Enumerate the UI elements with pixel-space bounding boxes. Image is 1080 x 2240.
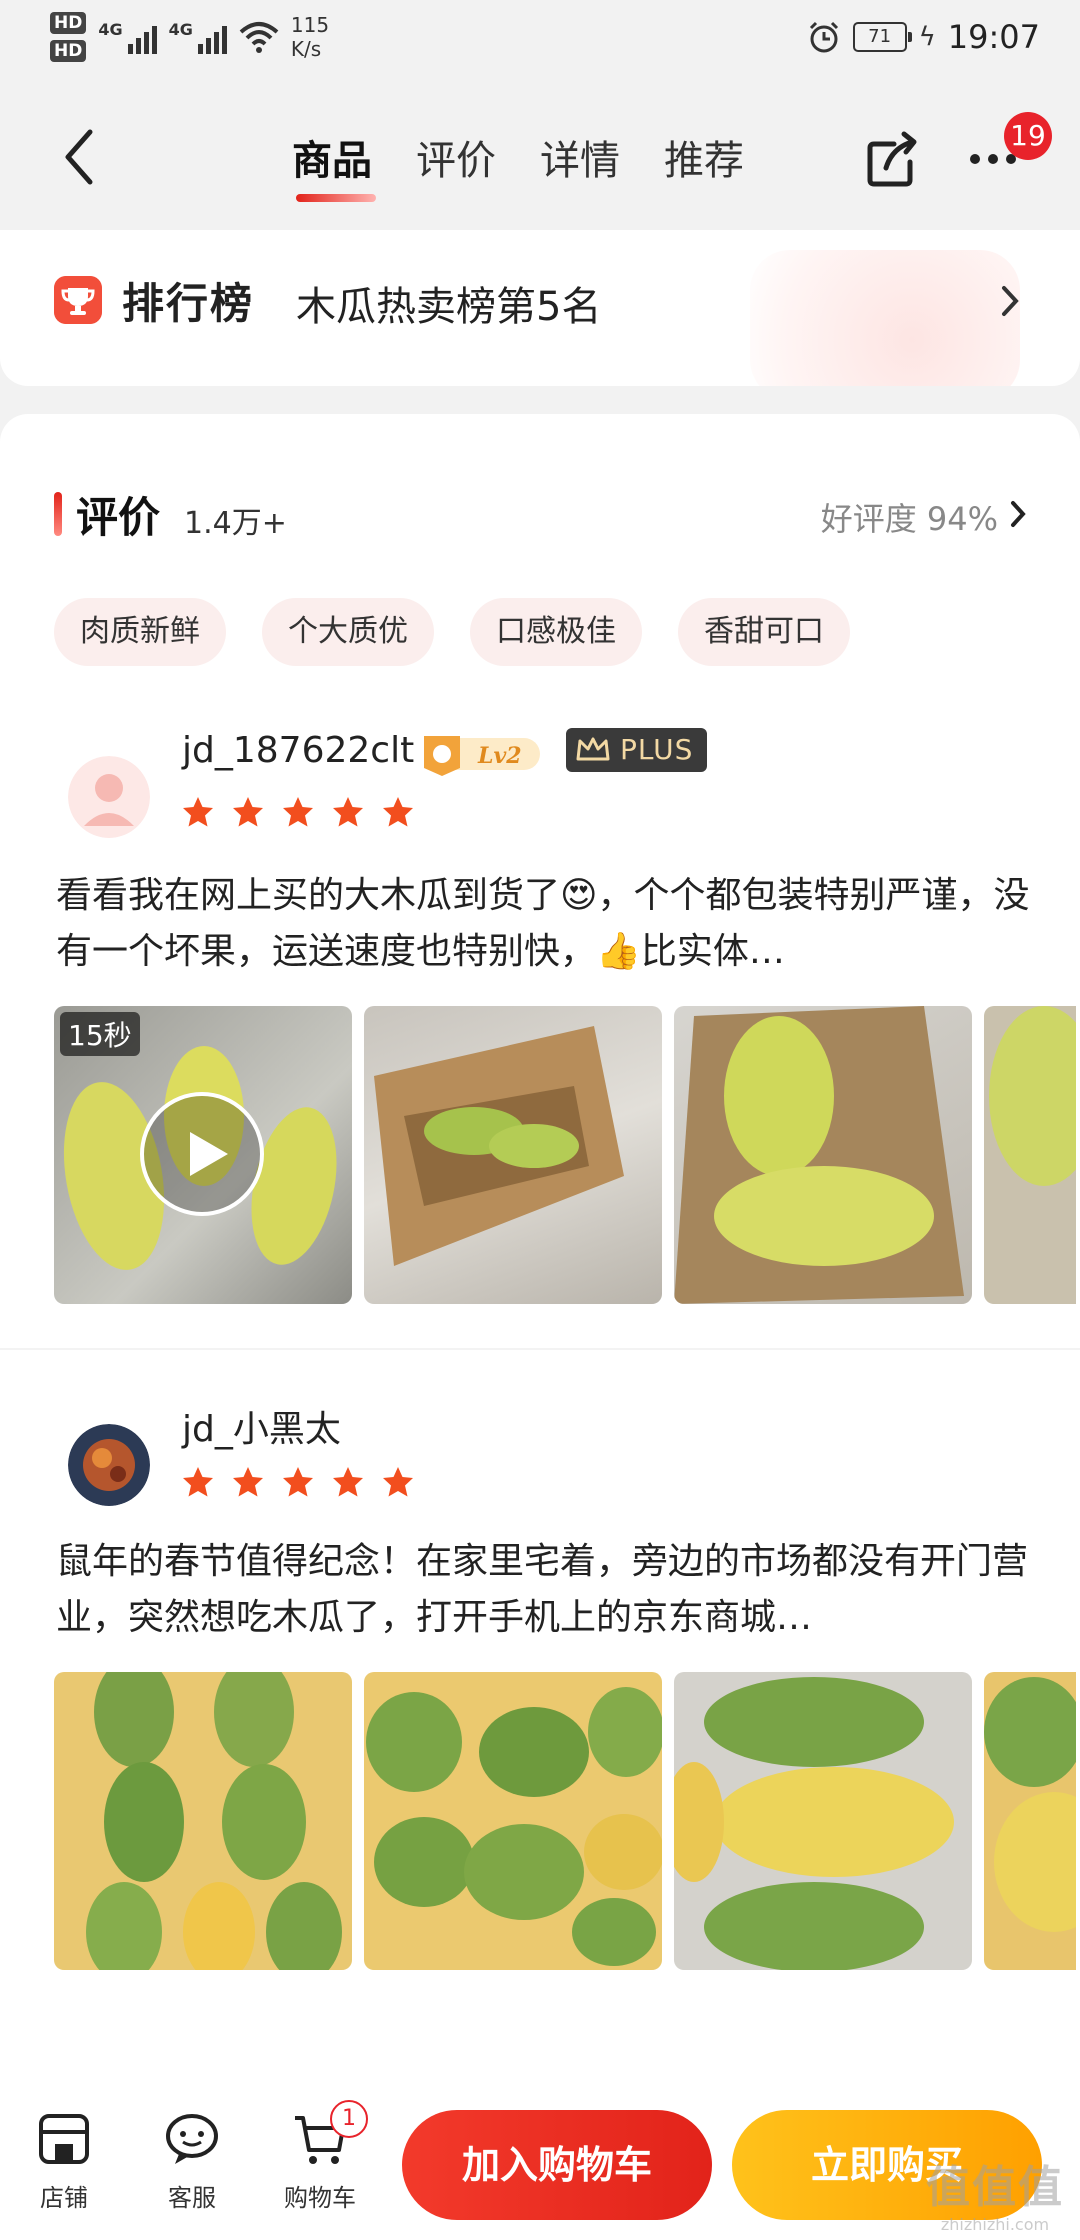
star-icon [283,797,313,827]
review-photo[interactable] [674,1006,972,1304]
video-duration: 15秒 [60,1012,140,1056]
tab-details[interactable]: 详情 [540,126,620,196]
review-text[interactable]: 鼠年的春节值得纪念！在家里宅着，旁边的市场都没有开门营业，突然想吃木瓜了，打开手… [56,1534,1036,1646]
shop-button[interactable]: 店铺 [14,2110,114,2213]
review-photo[interactable] [984,1672,1076,1970]
review-video-thumbnail[interactable]: 15秒 [54,1006,352,1304]
charging-icon: ϟ [918,22,936,52]
star-icon [183,797,213,827]
signal-icon-1: 4G [98,20,157,54]
star-icon [333,1467,363,1497]
reviewer-name: jd_187622clt [182,730,415,771]
review-tag[interactable]: 口感极佳 [470,598,642,666]
star-icon [283,1467,313,1497]
reviewer-name: jd_小黑太 [182,1409,341,1450]
play-icon[interactable] [138,1090,266,1218]
wifi-icon [239,22,279,53]
customer-service-button[interactable]: 客服 [142,2110,242,2213]
positive-rate-link[interactable]: 好评度 94% [821,494,998,540]
review-tags: 肉质新鲜 个大质优 口感极佳 香甜可口 [54,598,850,666]
tab-recommend[interactable]: 推荐 [664,126,744,196]
alarm-icon [809,21,838,53]
star-icon [383,1467,413,1497]
add-to-cart-button[interactable]: 加入购物车 [402,2110,712,2220]
cart-label: 购物车 [284,2184,356,2212]
plus-label: PLUS [620,733,694,766]
tab-product[interactable]: 商品 [292,126,376,202]
status-bar: HD HD 4G 4G 115 K/s 71 ϟ 19:07 [0,0,1080,82]
crown-icon [576,737,610,761]
review-item[interactable]: jd_187622clt Lv2 PLUS 看看我在网上买的大木瓜到货了😍，个个… [0,716,1080,1336]
ranking-title: 排行榜 [122,279,255,328]
review-tag[interactable]: 肉质新鲜 [54,598,226,666]
message-badge: 19 [1004,112,1052,160]
cart-button[interactable]: 购物车 1 [270,2100,370,2213]
star-icon [383,797,413,827]
clock: 19:07 [947,18,1040,56]
level-badge-icon: Lv2 [424,736,540,776]
reviews-section: 评价 1.4万+ 好评度 94% 肉质新鲜 个大质优 口感极佳 香甜可口 jd_… [0,414,1080,2090]
chevron-right-icon[interactable] [1010,500,1026,528]
signal-icon-2: 4G [169,20,227,54]
star-icon [233,1467,263,1497]
network-speed: 115 K/s [290,13,330,61]
review-divider [0,1348,1080,1350]
review-photo[interactable] [364,1006,662,1304]
trophy-icon [54,276,102,324]
review-photos: 15秒 [54,1006,1076,1304]
review-photos [54,1672,1076,1970]
tab-reviews[interactable]: 评价 [416,126,496,196]
avatar [68,756,150,838]
cart-count-badge: 1 [330,2100,368,2138]
chevron-right-icon [1002,286,1019,316]
plus-member-badge: PLUS [566,728,708,772]
ranking-banner[interactable]: 排行榜 木瓜热卖榜第5名 [0,230,1080,386]
share-icon[interactable] [864,130,920,190]
shop-icon [39,2114,89,2164]
bottom-action-bar: 店铺 客服 购物车 1 加入购物车 立即购买 值值值 zhizhizhi.com [0,2090,1080,2240]
ranking-decoration [750,250,1020,386]
back-arrow-icon[interactable] [56,122,104,192]
customer-service-label: 客服 [168,2184,216,2212]
shop-label: 店铺 [40,2184,88,2212]
star-icon [333,797,363,827]
hd-indicator-1: HD [50,12,87,34]
product-nav-bar: 商品 评价 详情 推荐 19 [0,82,1080,230]
review-item[interactable]: jd_小黑太 鼠年的春节值得纪念！在家里宅着，旁边的市场都没有开门营业，突然想吃… [0,1382,1080,2002]
review-photo[interactable] [54,1672,352,1970]
review-photo[interactable] [984,1006,1076,1304]
customer-service-icon [166,2114,218,2164]
reviews-title: 评价 [76,493,161,542]
star-icon [183,1467,213,1497]
ranking-text: 木瓜热卖榜第5名 [296,284,602,330]
rating-stars [182,1466,414,1498]
review-tag[interactable]: 个大质优 [262,598,434,666]
star-icon [233,797,263,827]
review-photo[interactable] [364,1672,662,1970]
avatar [68,1424,150,1506]
section-accent-bar [54,492,62,536]
hd-indicator-2: HD [50,40,87,62]
review-photo[interactable] [674,1672,972,1970]
watermark: 值值值 zhizhizhi.com [926,2162,1064,2234]
battery-indicator: 71 [852,22,912,52]
more-menu-icon[interactable] [970,154,1016,164]
review-tag[interactable]: 香甜可口 [678,598,850,666]
reviews-count: 1.4万+ [184,506,287,541]
review-text[interactable]: 看看我在网上买的大木瓜到货了😍，个个都包装特别严谨，没有一个坏果，运送速度也特别… [56,868,1036,980]
rating-stars [182,796,414,828]
level-text: Lv2 [477,743,522,769]
